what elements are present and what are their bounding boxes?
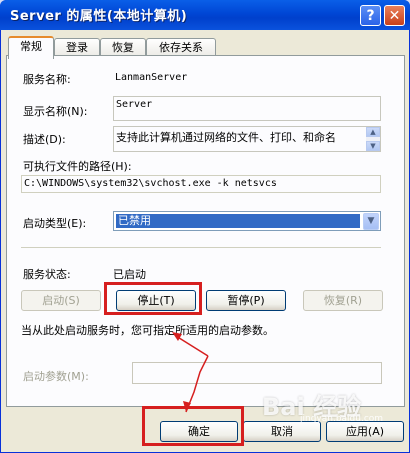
service-properties-dialog: Server 的属性(本地计算机) ? ✕ 常规 登录 恢复 依存关系 服务名称… — [0, 0, 410, 453]
annotation-arrows — [172, 332, 209, 413]
tab-general[interactable]: 常规 — [8, 36, 54, 59]
arrow-line-up-icon — [175, 335, 209, 357]
watermark-url: jingyan.baidu.com — [300, 414, 384, 424]
